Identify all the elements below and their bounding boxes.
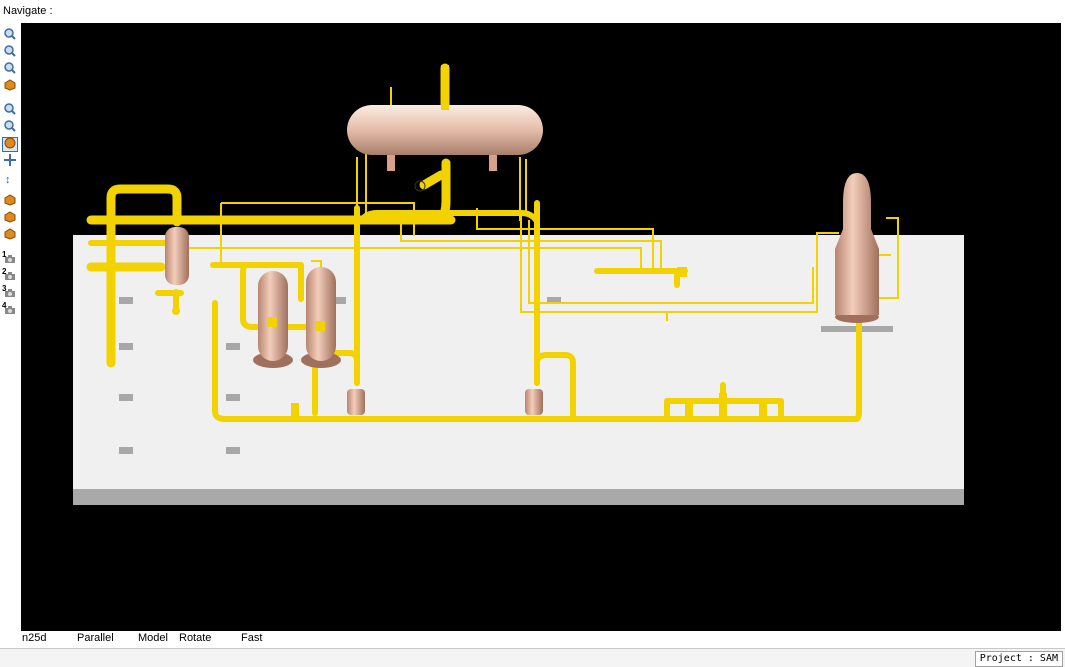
toolbar-button-view-up[interactable] xyxy=(2,194,18,209)
toolbar-button-camera-1[interactable]: 1 xyxy=(2,250,18,268)
bottom-bar: Project : SAM xyxy=(0,648,1065,667)
camera-number: 2 xyxy=(2,267,7,276)
view-side-icon xyxy=(4,228,16,243)
speed-status: Fast xyxy=(241,632,263,644)
toolbar-button-view-cube[interactable] xyxy=(2,79,18,94)
horizontal-drum[interactable] xyxy=(347,65,543,171)
view-mode-status: n25d xyxy=(22,632,47,644)
camera-number: 3 xyxy=(2,284,7,293)
toolbar-button-zoom[interactable] xyxy=(2,120,18,135)
toolbar-button-rotate[interactable] xyxy=(2,137,18,152)
distillation-column[interactable] xyxy=(835,173,879,323)
navigate-label: Navigate : xyxy=(3,5,53,17)
svg-text:↕: ↕ xyxy=(5,174,11,184)
status-bar: n25d Parallel Model Rotate Fast xyxy=(0,631,1065,647)
model-status: Model xyxy=(138,632,168,644)
walk-icon: ↕ xyxy=(4,172,16,187)
camera-number: 1 xyxy=(2,250,7,259)
zoom-extents-icon xyxy=(4,28,16,43)
zoom-window-icon xyxy=(4,103,16,118)
camera-number: 4 xyxy=(2,301,7,310)
toolbar-button-view-iso[interactable] xyxy=(2,211,18,226)
toolbar-button-zoom-box[interactable] xyxy=(2,45,18,60)
floor-slab xyxy=(73,235,964,505)
toolbar-button-camera-3[interactable]: 3 xyxy=(2,284,18,302)
zoom-selected-icon xyxy=(4,62,16,77)
3d-viewport[interactable] xyxy=(21,23,1061,631)
zoom-box-icon xyxy=(4,45,16,60)
view-iso-icon xyxy=(4,211,16,226)
plant-model-scene[interactable] xyxy=(21,23,1061,631)
toolbar-button-view-side[interactable] xyxy=(2,228,18,243)
toolbar-button-zoom-extents[interactable] xyxy=(2,28,18,43)
rotate-icon xyxy=(4,137,16,152)
projection-status: Parallel xyxy=(77,632,114,644)
view-cube-icon xyxy=(4,79,16,94)
toolbar-button-camera-2[interactable]: 2 xyxy=(2,267,18,285)
toolbar-button-walk[interactable]: ↕ xyxy=(2,172,18,187)
view-up-icon xyxy=(4,194,16,209)
toolbar-button-zoom-window[interactable] xyxy=(2,103,18,118)
toolbar-button-zoom-selected[interactable] xyxy=(2,62,18,77)
project-indicator: Project : SAM xyxy=(974,651,1063,667)
heat-exchanger[interactable] xyxy=(165,227,189,285)
action-status: Rotate xyxy=(179,632,212,644)
zoom-icon xyxy=(4,120,16,135)
pan-icon xyxy=(4,154,16,169)
toolbar-button-pan[interactable] xyxy=(2,154,18,169)
navigation-toolbar: ↕ 1 2 3 4 xyxy=(0,24,20,624)
toolbar-button-camera-4[interactable]: 4 xyxy=(2,301,18,319)
